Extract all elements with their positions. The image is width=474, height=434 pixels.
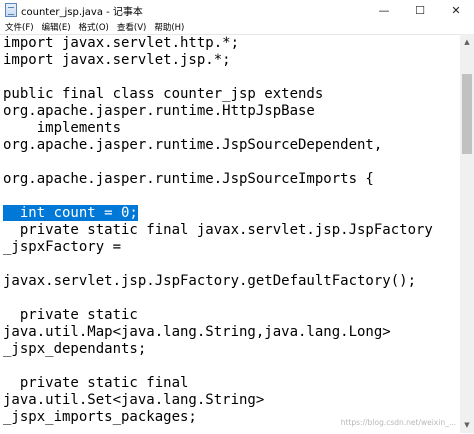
code-line: java.util.Map<java.lang.String,java.lang… — [3, 324, 391, 340]
watermark: https://blog.csdn.net/weixin_... — [340, 418, 456, 427]
title-bar[interactable]: counter_jsp.java - 记事本 — ☐ ✕ — [0, 0, 474, 20]
menu-edit[interactable]: 编辑(E) — [38, 21, 75, 33]
scroll-up-icon[interactable]: ▲ — [460, 34, 474, 50]
maximize-button[interactable]: ☐ — [402, 0, 438, 20]
close-button[interactable]: ✕ — [438, 0, 474, 20]
code-line: org.apache.jasper.runtime.JspSourceImpor… — [3, 171, 374, 187]
scroll-down-icon[interactable]: ▼ — [460, 417, 474, 433]
code-line: org.apache.jasper.runtime.JspSourceDepen… — [3, 137, 383, 153]
window-title: counter_jsp.java - 记事本 — [21, 6, 143, 18]
minimize-button[interactable]: — — [366, 0, 402, 20]
notepad-icon — [5, 3, 17, 17]
code-line: import javax.servlet.http.*; — [3, 35, 240, 51]
window-controls: — ☐ ✕ — [366, 0, 474, 20]
code-line: org.apache.jasper.runtime.HttpJspBase — [3, 103, 315, 119]
selected-text: int count = 0; — [3, 205, 138, 221]
vertical-scrollbar[interactable]: ▲ ▼ — [460, 34, 474, 433]
text-editor[interactable]: import javax.servlet.http.*; import java… — [0, 34, 460, 434]
code-line: public final class counter_jsp extends — [3, 86, 324, 102]
menu-file[interactable]: 文件(F) — [0, 21, 38, 33]
menu-view[interactable]: 查看(V) — [113, 21, 150, 33]
code-line: _jspxFactory = — [3, 239, 122, 255]
code-line: private static final javax.servlet.jsp.J… — [3, 222, 433, 238]
menu-format[interactable]: 格式(O) — [75, 21, 113, 33]
code-line: private static — [3, 307, 138, 323]
code-line: _jspx_imports_packages; — [3, 409, 197, 425]
menu-help[interactable]: 帮助(H) — [150, 21, 188, 33]
menu-bar: 文件(F) 编辑(E) 格式(O) 查看(V) 帮助(H) — [0, 20, 474, 34]
code-line: implements — [3, 120, 122, 136]
code-line: javax.servlet.jsp.JspFactory.getDefaultF… — [3, 273, 417, 289]
code-line-selected: int count = 0; — [3, 205, 138, 222]
code-line: _jspx_dependants; — [3, 341, 147, 357]
scrollbar-thumb[interactable] — [462, 74, 472, 154]
code-line: private static final — [3, 375, 189, 391]
code-line: java.util.Set<java.lang.String> — [3, 392, 265, 408]
code-line: import javax.servlet.jsp.*; — [3, 52, 231, 68]
